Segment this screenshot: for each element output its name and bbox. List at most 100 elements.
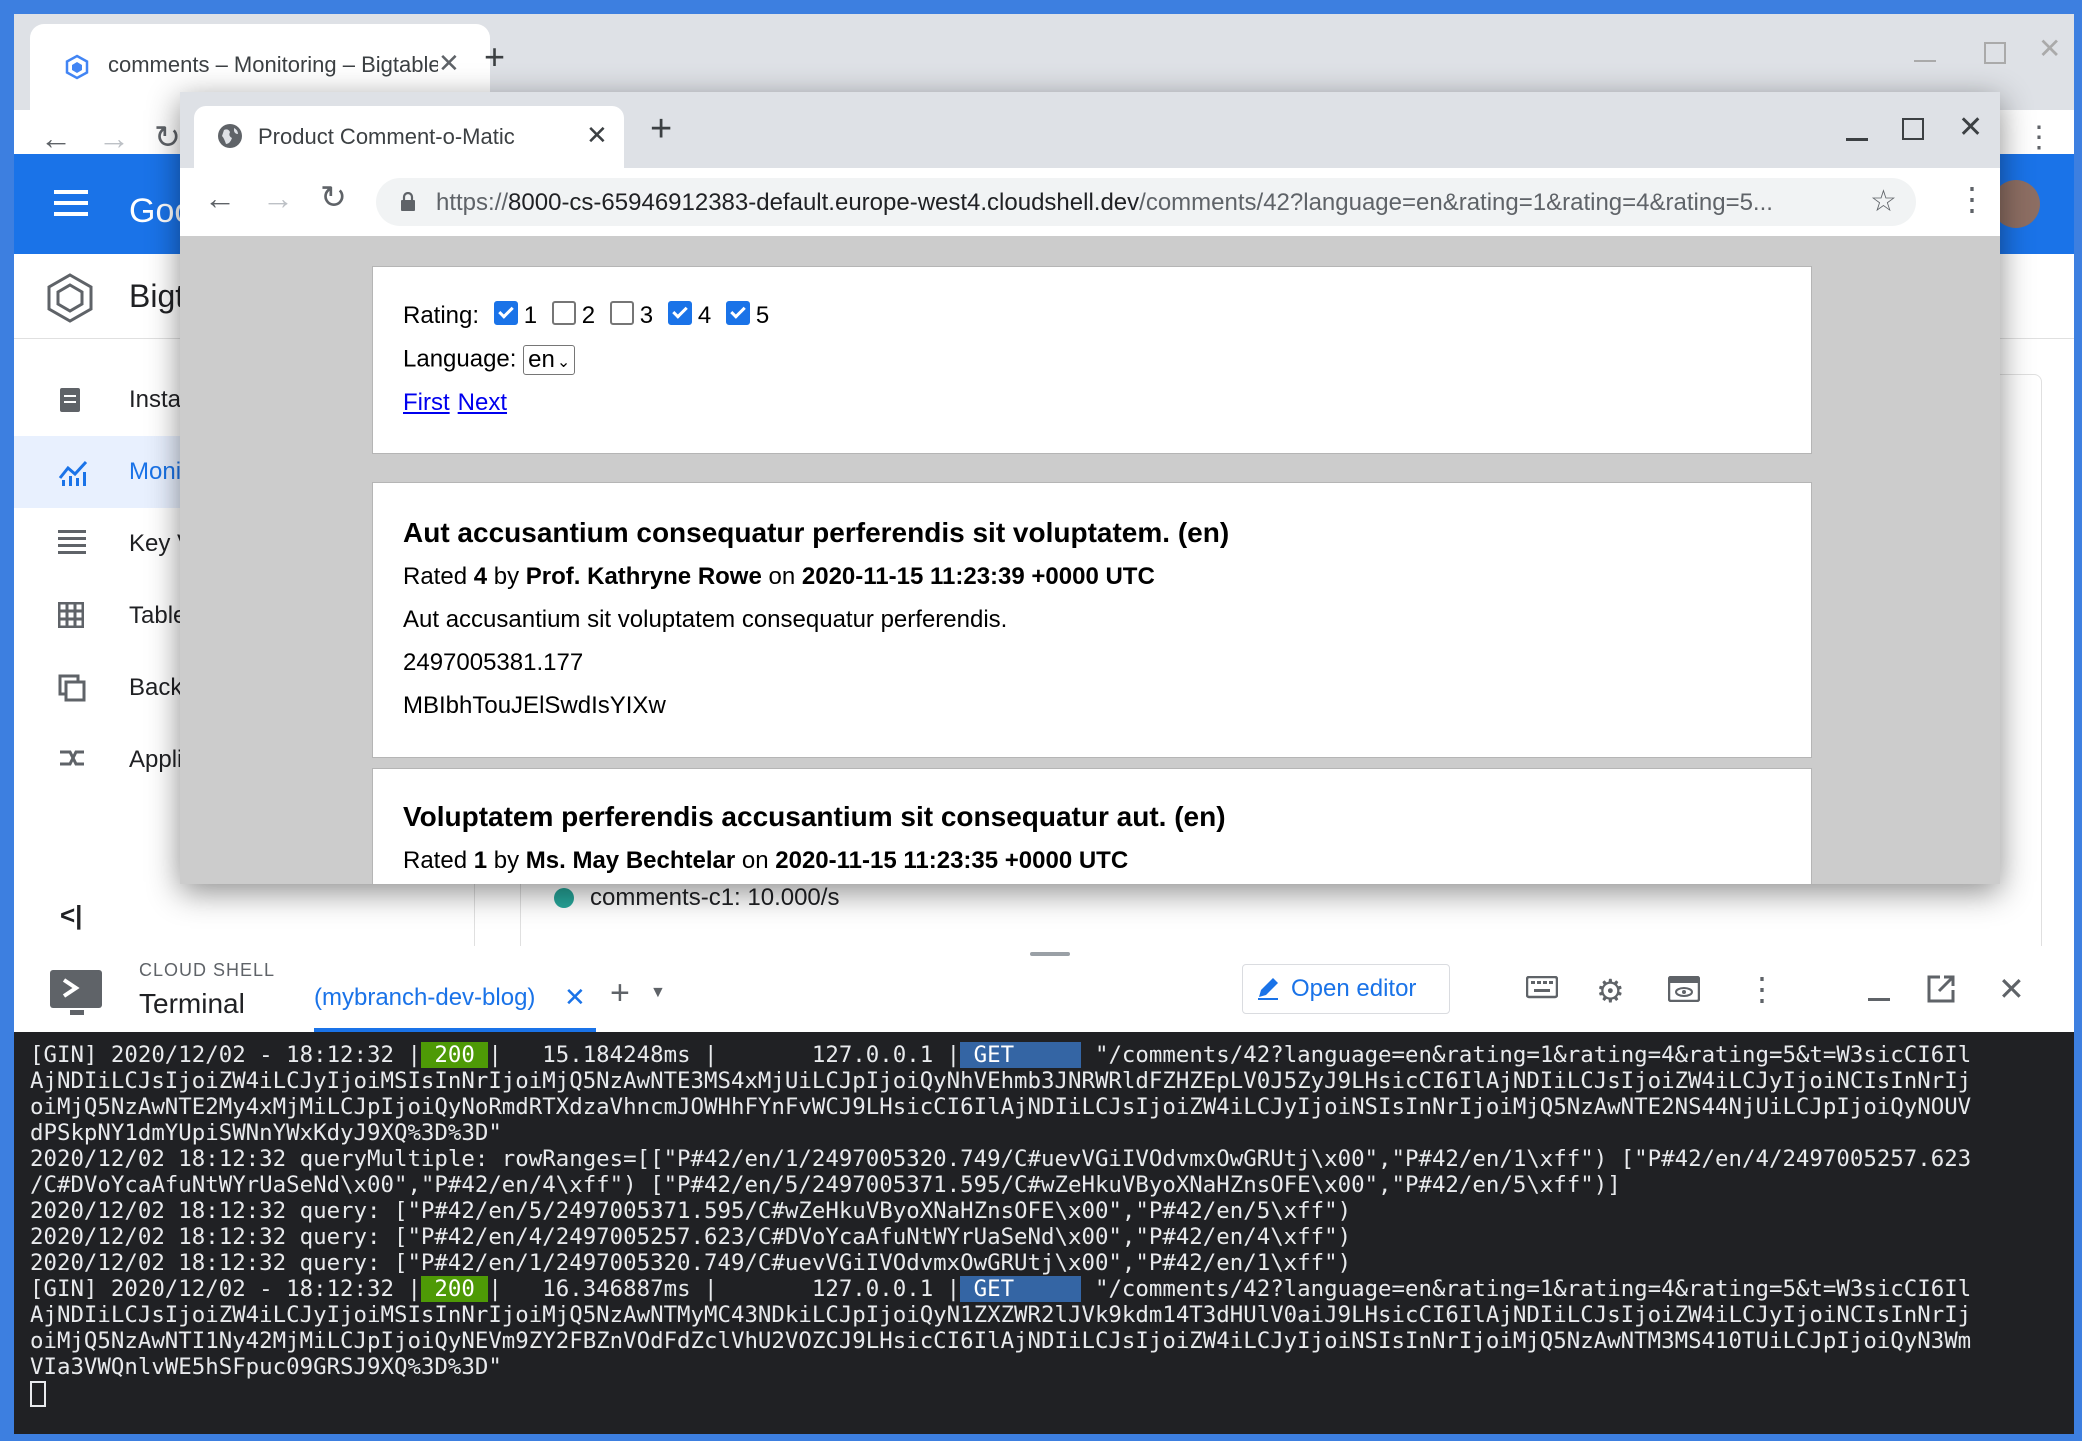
front-browser-window: Product Comment-o-Matic ✕ + ✕ ← → ↻ http… — [180, 92, 2000, 884]
terminal-line: 2020/12/02 18:12:32 query: ["P#42/en/1/2… — [30, 1250, 1352, 1276]
comment-id: MBIbhTouJElSwdIsYIXw — [403, 692, 666, 719]
language-select[interactable]: en ⌄ — [523, 345, 576, 375]
rating-3-label: 3 — [639, 302, 654, 329]
minimize-shell-icon[interactable] — [1868, 998, 1890, 1001]
language-label: Language: — [403, 345, 517, 373]
comment-card: Aut accusantium consequatur perferendis … — [372, 482, 1812, 758]
comment-author: Prof. Kathryne Rowe — [525, 563, 762, 590]
comment-rating: 4 — [473, 563, 488, 590]
monitoring-chart-icon — [58, 458, 88, 488]
reload-icon[interactable]: ↻ — [154, 118, 181, 156]
language-value: en — [528, 346, 555, 373]
add-terminal-icon[interactable]: + — [610, 974, 630, 1013]
hamburger-menu-icon[interactable] — [54, 190, 88, 216]
status-badge: 200 — [420, 1042, 489, 1068]
url-text: https://8000-cs-65946912383-default.euro… — [436, 189, 1773, 216]
forward-arrow-icon[interactable]: → — [98, 120, 130, 157]
forward-arrow-icon[interactable]: → — [262, 180, 294, 217]
collapse-sidebar-icon[interactable]: <| — [60, 900, 82, 931]
instance-icon — [58, 386, 88, 416]
web-preview-icon[interactable] — [1668, 976, 1700, 1002]
bookmark-star-icon[interactable]: ☆ — [1870, 184, 1897, 219]
chevron-down-icon[interactable]: ▼ — [650, 984, 666, 1002]
comment-rating: 1 — [473, 847, 488, 874]
settings-gear-icon[interactable]: ⚙ — [1596, 972, 1625, 1010]
close-terminal-tab-icon[interactable]: ✕ — [564, 982, 586, 1013]
legend-label: comments-c1: 10.000/s — [590, 884, 840, 911]
method-badge: GET — [960, 1276, 1082, 1302]
new-tab-icon[interactable]: + — [650, 108, 672, 151]
key-visualizer-icon — [58, 530, 88, 560]
resize-handle[interactable] — [1030, 952, 1070, 956]
address-bar[interactable]: https://8000-cs-65946912383-default.euro… — [376, 178, 1916, 226]
back-arrow-icon[interactable]: ← — [204, 180, 236, 217]
globe-icon — [216, 122, 244, 150]
front-tab-title: Product Comment-o-Matic — [258, 124, 515, 149]
comment-meta: Rated 4 by Prof. Kathryne Rowe on 2020-1… — [403, 563, 1155, 590]
cloud-shell-panel: CLOUD SHELL Terminal (mybranch-dev-blog)… — [14, 946, 2074, 1434]
more-menu-icon[interactable]: ⋮ — [2024, 120, 2054, 155]
terminal-line: 2020/12/02 18:12:32 query: ["P#42/en/4/2… — [30, 1224, 1352, 1250]
rating-3-checkbox[interactable] — [609, 301, 634, 325]
comment-title: Voluptatem perferendis accusantium sit c… — [403, 801, 1226, 832]
next-link[interactable]: Next — [458, 389, 507, 416]
open-editor-label: Open editor — [1291, 975, 1417, 1002]
minimize-icon[interactable] — [1846, 138, 1868, 141]
terminal-line: VIa3VWQnlvWE5hSFpuc09GRSJ9XQ%3D%3D" — [30, 1354, 502, 1380]
maximize-icon[interactable] — [1984, 42, 2006, 64]
terminal-cursor-line — [30, 1380, 2060, 1407]
comment-author: Ms. May Bechtelar — [525, 847, 736, 874]
chart-legend: comments-c1: 10.000/s — [554, 884, 839, 912]
rating-4-checkbox[interactable] — [667, 301, 692, 325]
terminal-line: [GIN] 2020/12/02 - 18:12:32 | 200 | 16.3… — [30, 1276, 1972, 1302]
terminal-output[interactable]: [GIN] 2020/12/02 - 18:12:32 | 200 | 15.1… — [14, 1032, 2074, 1434]
more-options-icon[interactable]: ⋮ — [1746, 970, 1778, 1008]
legend-dot-icon — [554, 888, 574, 908]
keyboard-icon[interactable] — [1526, 976, 1558, 1000]
front-tab-strip: Product Comment-o-Matic ✕ + ✕ — [180, 92, 2000, 168]
rating-5-checkbox[interactable] — [725, 301, 750, 325]
terminal-line: [GIN] 2020/12/02 - 18:12:32 | 200 | 15.1… — [30, 1042, 1972, 1068]
chevron-down-icon: ⌄ — [556, 354, 571, 371]
maximize-icon[interactable] — [1902, 118, 1924, 140]
open-new-window-icon[interactable] — [1926, 974, 1956, 1004]
close-tab-icon[interactable]: ✕ — [586, 120, 608, 151]
front-toolbar: ← → ↻ https://8000-cs-65946912383-defaul… — [180, 168, 2000, 237]
cloud-shell-label: CLOUD SHELL — [139, 960, 276, 980]
rating-label: Rating: — [403, 302, 480, 329]
comment-body: Aut accusantium sit voluptatem consequat… — [403, 606, 1008, 633]
pencil-icon — [1255, 975, 1281, 1001]
close-tab-icon[interactable]: ✕ — [438, 48, 460, 79]
bigtable-logo-icon — [44, 272, 96, 324]
bigtable-favicon-icon — [64, 54, 90, 80]
cloud-shell-header: CLOUD SHELL Terminal (mybranch-dev-blog)… — [14, 946, 2074, 1033]
rating-2-checkbox[interactable] — [551, 301, 576, 325]
rating-1-checkbox[interactable] — [493, 301, 518, 325]
terminal-line: oiMjQ5NzAwNTI1Ny42MjMiLCJpIjoiQyNEVm9ZY2… — [30, 1328, 1972, 1354]
close-window-icon[interactable]: ✕ — [1958, 110, 1983, 145]
close-window-icon[interactable]: ✕ — [2038, 32, 2061, 65]
status-badge: 200 — [420, 1276, 489, 1302]
new-tab-icon[interactable]: + — [484, 36, 505, 78]
comment-card: Voluptatem perferendis accusantium sit c… — [372, 768, 1812, 884]
minimize-icon[interactable] — [1914, 60, 1936, 62]
tab-mybranch-dev-blog[interactable]: (mybranch-dev-blog) ✕ — [314, 976, 596, 1032]
lock-icon — [400, 192, 416, 212]
rating-4-label: 4 — [697, 302, 712, 329]
terminal-line: AjNDIiLCJsIjoiZW4iLCJyIjoiMSIsInNrIjoiMj… — [30, 1302, 1972, 1328]
back-arrow-icon[interactable]: ← — [40, 120, 72, 157]
first-link[interactable]: First — [403, 389, 450, 416]
pagination: First Next — [403, 389, 515, 417]
more-menu-icon[interactable]: ⋮ — [1956, 180, 1988, 218]
method-badge: GET — [960, 1042, 1082, 1068]
language-filter: Language: en ⌄ — [403, 345, 576, 375]
terminal-line: 2020/12/02 18:12:32 queryMultiple: rowRa… — [30, 1146, 1972, 1172]
close-shell-icon[interactable]: ✕ — [1998, 970, 2025, 1008]
app-profile-icon — [58, 746, 88, 776]
open-editor-button[interactable]: Open editor — [1242, 964, 1450, 1014]
terminal-line: oiMjQ5NzAwNTE2My4xMjMiLCJpIjoiQyNoRmdRTX… — [30, 1094, 1972, 1120]
page-content: Rating: 1 2 3 4 5 Language: en ⌄ First Nex… — [180, 236, 2000, 884]
front-browser-tab[interactable]: Product Comment-o-Matic ✕ — [194, 106, 624, 168]
comment-meta: Rated 1 by Ms. May Bechtelar on 2020-11-… — [403, 847, 1129, 874]
reload-icon[interactable]: ↻ — [320, 178, 347, 216]
